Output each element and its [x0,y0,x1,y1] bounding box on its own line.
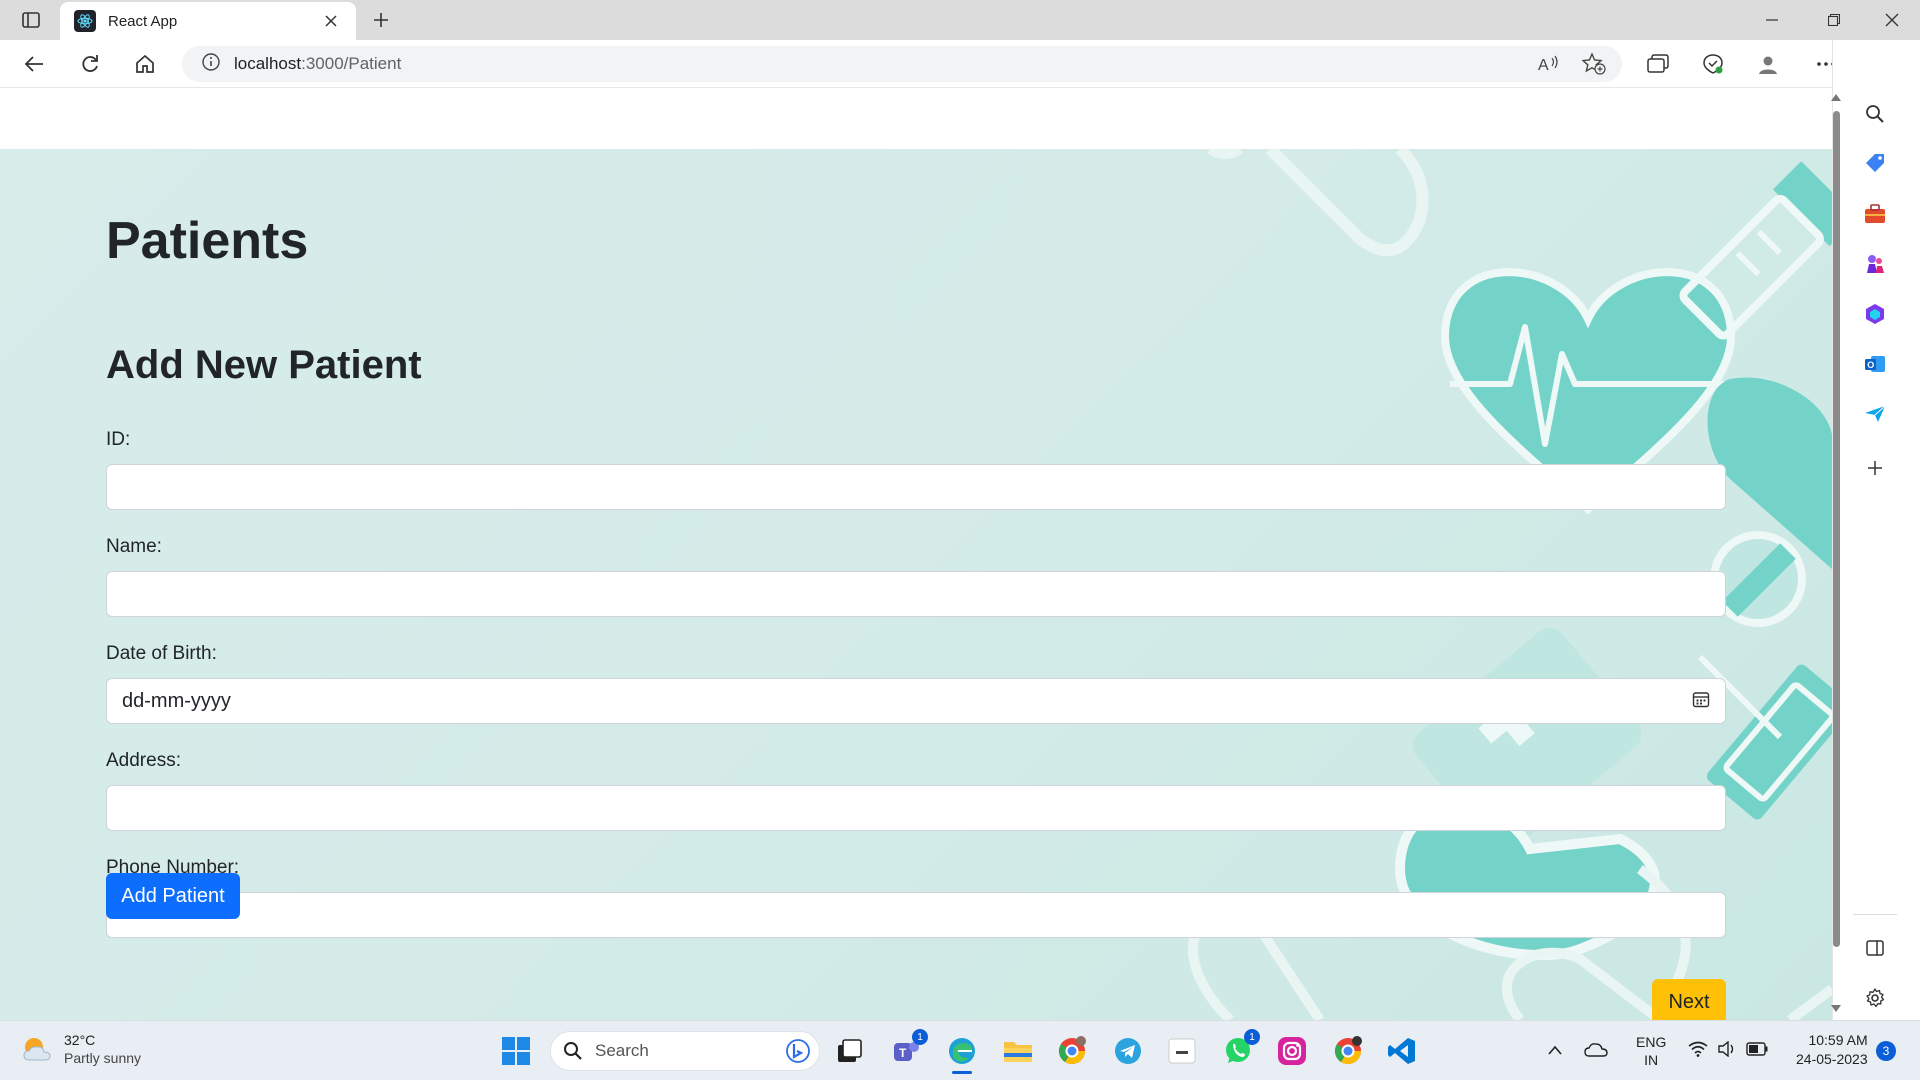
phone-input[interactable] [106,892,1726,938]
address-bar[interactable]: localhost:3000/Patient A [182,46,1622,82]
dob-date-input[interactable]: dd-mm-yyyy [106,678,1726,724]
quick-settings[interactable] [1688,1041,1768,1057]
active-app-indicator [952,1071,972,1074]
scrollbar-thumb[interactable] [1833,111,1840,947]
windows-taskbar: 32°C Partly sunny Search T 1 1 ENG IN 10… [0,1020,1920,1080]
clock-time: 10:59 AM [1808,1032,1868,1048]
partly-sunny-icon [23,1038,51,1061]
address-input[interactable] [106,785,1726,831]
taskbar-search[interactable]: Search [550,1031,820,1071]
restore-icon[interactable] [1814,4,1854,36]
tab-title: React App [108,12,178,30]
scroll-up-arrow-icon[interactable] [1831,93,1841,101]
url-host: localhost [234,54,302,73]
outlook-icon[interactable]: O [1859,348,1891,380]
vscode-icon[interactable] [1384,1033,1420,1069]
favorite-add-icon[interactable] [1581,52,1606,80]
site-info-icon[interactable] [202,52,220,76]
start-windows-icon[interactable] [498,1033,534,1069]
clock-date: 24-05-2023 [1796,1051,1868,1067]
teams-badge: 1 [912,1029,928,1045]
bing-icon [786,1039,810,1063]
close-tab-icon[interactable] [320,10,342,32]
refresh-icon[interactable] [74,48,106,80]
tools-briefcase-icon[interactable] [1859,198,1891,230]
dob-label: Date of Birth: [106,643,217,664]
language-indicator[interactable]: ENG IN [1636,1033,1666,1069]
svg-text:A: A [1538,57,1549,74]
calendar-icon[interactable] [1692,690,1710,713]
search-icon[interactable] [1859,98,1891,130]
minimize-icon[interactable] [1752,4,1792,36]
dob-date-text: dd-mm-yyyy [122,689,231,712]
onedrive-cloud-icon[interactable] [1584,1041,1608,1062]
whatsapp-icon[interactable]: 1 [1220,1029,1260,1069]
name-input[interactable] [106,571,1726,617]
svg-text:O: O [1867,360,1874,370]
system-tray [1548,1029,1608,1073]
taskbar-clock[interactable]: 10:59 AM 24-05-2023 [1796,1031,1868,1069]
microsoft-365-icon[interactable] [1859,298,1891,330]
browser-essentials-icon[interactable] [1697,48,1729,80]
react-logo-icon [74,10,96,32]
taskbar-search-icon [564,1042,582,1060]
battery-icon [1746,1042,1768,1056]
teams-icon[interactable]: T 1 [888,1029,928,1069]
edge-browser-icon[interactable] [944,1033,980,1074]
id-label: ID: [106,429,131,450]
form-title: Add New Patient [106,343,422,387]
app-window-icon[interactable] [1164,1033,1200,1069]
send-icon[interactable] [1859,398,1891,430]
volume-icon [1718,1041,1734,1057]
weather-condition: Partly sunny [64,1050,142,1066]
address-label: Address: [106,750,181,771]
navbar-area [0,89,1832,149]
page-title: Patients [106,212,309,270]
profile-icon[interactable] [1752,48,1784,80]
file-explorer-icon[interactable] [1000,1033,1036,1069]
hero-background: Patients Add New Patient ID: Name: Date … [0,149,1832,1020]
new-tab-icon[interactable] [368,8,394,32]
read-aloud-icon[interactable]: A [1538,54,1560,79]
settings-gear-icon[interactable] [1859,982,1891,1014]
shopping-tag-icon[interactable] [1859,148,1891,180]
whatsapp-badge: 1 [1244,1029,1260,1045]
chrome-icon[interactable] [1330,1033,1366,1069]
vertical-scrollbar[interactable] [1828,89,1844,1020]
id-input[interactable] [106,464,1726,510]
task-view-icon[interactable] [832,1033,868,1069]
next-button[interactable]: Next [1652,979,1726,1020]
wifi-icon [1688,1041,1708,1057]
close-window-icon[interactable] [1872,4,1912,36]
chrome-profile-icon[interactable] [1054,1033,1090,1069]
language-region: IN [1644,1052,1659,1068]
tab-actions-icon[interactable] [14,8,48,32]
sidebar-divider [1853,914,1897,915]
scroll-down-arrow-icon[interactable] [1831,1005,1841,1013]
instagram-icon[interactable] [1274,1033,1310,1069]
hide-sidebar-icon[interactable] [1859,932,1891,964]
name-label: Name: [106,536,162,557]
language-code: ENG [1636,1034,1667,1050]
taskbar-search-label: Search [595,1041,649,1060]
telegram-icon[interactable] [1110,1033,1146,1069]
notification-count-badge[interactable]: 3 [1876,1041,1896,1061]
weather-temperature: 32°C [64,1032,96,1048]
split-screen-icon[interactable] [1642,48,1674,80]
weather-widget[interactable]: 32°C Partly sunny [20,1031,141,1067]
tab-bar: React App [0,0,1920,40]
back-icon[interactable] [18,48,50,80]
url-text: localhost:3000/Patient [234,54,401,74]
svg-text:T: T [899,1046,907,1060]
home-icon[interactable] [129,48,161,80]
add-sidebar-app-icon[interactable] [1859,452,1891,484]
page-viewport: Patients Add New Patient ID: Name: Date … [0,89,1832,1020]
browser-tab[interactable]: React App [60,2,356,40]
browser-toolbar: localhost:3000/Patient A [0,40,1920,88]
edge-sidebar: O [1832,40,1920,1020]
add-patient-button[interactable]: Add Patient [106,873,240,919]
show-hidden-icons-icon[interactable] [1548,1042,1562,1060]
games-icon[interactable] [1859,248,1891,280]
url-path: :3000/Patient [301,54,402,73]
